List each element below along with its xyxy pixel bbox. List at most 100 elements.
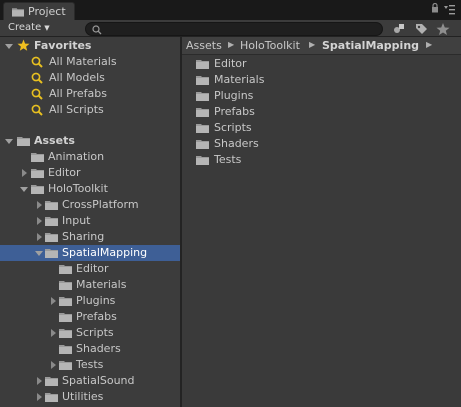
create-dropdown[interactable]: Create ▼ xyxy=(8,22,50,35)
tree-favorites[interactable]: Favorites xyxy=(0,38,180,54)
tree-assets[interactable]: Assets xyxy=(0,133,180,149)
favorite-item[interactable]: All Prefabs xyxy=(0,86,180,102)
search-icon xyxy=(92,25,102,35)
breadcrumb-arrow-icon: ▶ xyxy=(309,40,316,49)
tree-label: Editor xyxy=(76,262,109,275)
filter-by-label-icon[interactable] xyxy=(412,21,430,37)
tree-label: Scripts xyxy=(76,326,114,339)
tree-label: All Models xyxy=(49,71,105,84)
tree-item-sm-scripts[interactable]: Scripts xyxy=(0,325,180,341)
tree-item-sm-shaders[interactable]: Shaders xyxy=(0,341,180,357)
breadcrumb: Assets ▶ HoloToolkit ▶ SpatialMapping ▶ xyxy=(182,37,461,55)
folder-icon xyxy=(45,200,58,210)
breadcrumb-arrow-icon: ▶ xyxy=(426,40,433,49)
folder-icon xyxy=(59,296,72,306)
tree-item-holotoolkit[interactable]: HoloToolkit xyxy=(0,181,180,197)
tree-label: Materials xyxy=(76,278,127,291)
expand-arrow-icon[interactable] xyxy=(35,217,43,225)
expand-arrow-icon[interactable] xyxy=(35,233,43,241)
folder-icon xyxy=(12,7,24,17)
tree-label: Editor xyxy=(48,166,81,179)
tree-item-sharing[interactable]: Sharing xyxy=(0,229,180,245)
item-label: Shaders xyxy=(214,137,259,150)
tree-item-sm-prefabs[interactable]: Prefabs xyxy=(0,309,180,325)
folder-icon xyxy=(45,232,58,242)
item-label: Scripts xyxy=(214,121,252,134)
folder-icon xyxy=(196,155,209,165)
tree-item-sm-materials[interactable]: Materials xyxy=(0,277,180,293)
breadcrumb-arrow-icon: ▶ xyxy=(228,40,235,49)
search-input[interactable] xyxy=(85,22,383,36)
tree-item-input[interactable]: Input xyxy=(0,213,180,229)
folder-tree: Favorites All Materials All Models All P… xyxy=(0,37,180,407)
expand-arrow-icon[interactable] xyxy=(35,249,43,257)
expand-arrow-icon[interactable] xyxy=(5,137,13,145)
folder-icon xyxy=(196,91,209,101)
tree-item-animation[interactable]: Animation xyxy=(0,149,180,165)
folder-icon xyxy=(59,312,72,322)
tree-label: All Scripts xyxy=(49,103,104,116)
tree-item-sm-editor[interactable]: Editor xyxy=(0,261,180,277)
tree-item-utilities[interactable]: Utilities xyxy=(0,389,180,405)
project-toolbar: Create ▼ xyxy=(0,20,461,37)
favorites-star-icon[interactable] xyxy=(434,21,452,37)
expand-arrow-icon[interactable] xyxy=(20,169,28,177)
tree-label: All Materials xyxy=(49,55,117,68)
folder-contents-pane: Assets ▶ HoloToolkit ▶ SpatialMapping ▶ … xyxy=(182,37,461,407)
expand-arrow-icon[interactable] xyxy=(49,361,57,369)
folder-icon xyxy=(59,328,72,338)
tree-item-sm-plugins[interactable]: Plugins xyxy=(0,293,180,309)
expand-arrow-icon[interactable] xyxy=(35,201,43,209)
search-filter-icon xyxy=(31,104,43,116)
search-filter-icon xyxy=(31,72,43,84)
expand-arrow-icon[interactable] xyxy=(49,297,57,305)
tree-item-spatialsound[interactable]: SpatialSound xyxy=(0,373,180,389)
tree-label: CrossPlatform xyxy=(62,198,139,211)
filter-by-type-icon[interactable] xyxy=(390,21,408,37)
tree-label: HoloToolkit xyxy=(48,182,108,195)
create-label: Create xyxy=(8,22,42,33)
open-folder-icon xyxy=(45,248,58,258)
breadcrumb-item[interactable]: SpatialMapping xyxy=(322,39,419,52)
tree-label: Favorites xyxy=(34,39,92,52)
tree-label: Tests xyxy=(76,358,104,371)
expand-arrow-icon[interactable] xyxy=(49,329,57,337)
tab-menu-icon[interactable] xyxy=(444,4,455,15)
folder-icon xyxy=(45,376,58,386)
breadcrumb-item[interactable]: Assets xyxy=(186,39,222,52)
tree-label: SpatialSound xyxy=(62,374,135,387)
tree-label: SpatialMapping xyxy=(62,246,148,259)
favorite-item[interactable]: All Scripts xyxy=(0,102,180,118)
tree-label: Assets xyxy=(34,134,75,147)
tree-label: Plugins xyxy=(76,294,116,307)
tab-project[interactable]: Project xyxy=(3,2,75,20)
tree-label: Utilities xyxy=(62,390,104,403)
expand-arrow-icon[interactable] xyxy=(20,185,28,193)
folder-icon xyxy=(196,123,209,133)
tree-item-crossplatform[interactable]: CrossPlatform xyxy=(0,197,180,213)
item-label: Prefabs xyxy=(214,105,255,118)
folder-icon xyxy=(31,168,44,178)
folder-icon xyxy=(59,264,72,274)
folder-icon xyxy=(59,360,72,370)
expand-arrow-icon[interactable] xyxy=(35,377,43,385)
breadcrumb-item[interactable]: HoloToolkit xyxy=(240,39,300,52)
item-label: Tests xyxy=(214,153,242,166)
folder-icon xyxy=(196,139,209,149)
tree-label: Sharing xyxy=(62,230,105,243)
expand-arrow-icon[interactable] xyxy=(5,42,13,50)
favorite-item[interactable]: All Materials xyxy=(0,54,180,70)
tab-label: Project xyxy=(28,5,66,18)
favorite-item[interactable]: All Models xyxy=(0,70,180,86)
expand-arrow-icon[interactable] xyxy=(35,393,43,401)
tree-item-spatialmapping[interactable]: SpatialMapping xyxy=(0,245,180,261)
folder-icon xyxy=(196,107,209,117)
lock-icon[interactable] xyxy=(431,3,439,13)
search-filter-icon xyxy=(31,56,43,68)
folder-icon xyxy=(59,344,72,354)
tree-item-editor[interactable]: Editor xyxy=(0,165,180,181)
tree-item-sm-tests[interactable]: Tests xyxy=(0,357,180,373)
star-icon xyxy=(17,39,30,51)
tree-label: All Prefabs xyxy=(49,87,107,100)
tree-label: Animation xyxy=(48,150,105,163)
